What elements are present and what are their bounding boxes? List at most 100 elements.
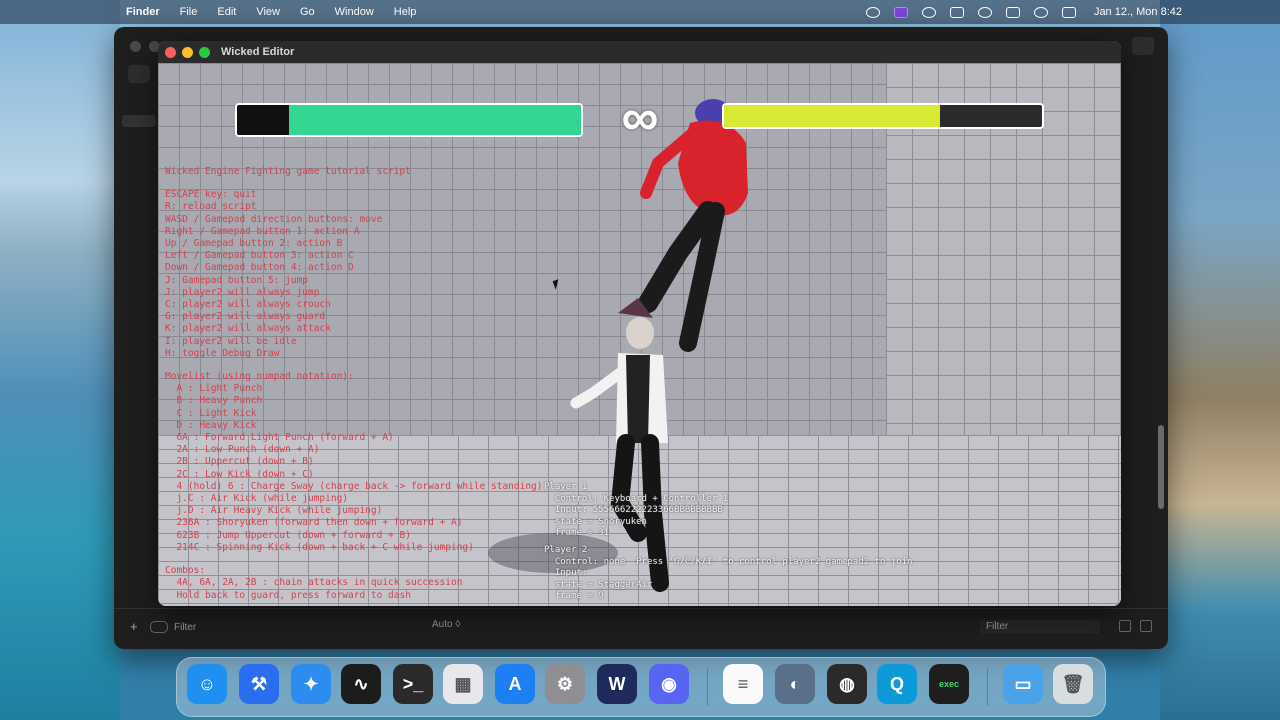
fighter1-head bbox=[626, 317, 654, 349]
debug-line: Hold back to guard, press forward to das… bbox=[165, 589, 411, 601]
filter-toggle-icon[interactable] bbox=[150, 621, 168, 633]
sidebar-selected-row[interactable] bbox=[122, 115, 156, 127]
game-viewport[interactable]: ∞ Wicked Engine Fighting game tutorial s… bbox=[158, 63, 1121, 606]
menu-bar: Finder File Edit View Go Window Help Jan… bbox=[0, 0, 1280, 24]
player2-state-line: Player 2 bbox=[544, 545, 588, 555]
menu-edit[interactable]: Edit bbox=[217, 6, 236, 18]
player2-state-line: frame = 9 bbox=[544, 591, 604, 601]
debug-line: Right / Gamepad button 1: action A bbox=[165, 225, 360, 237]
simulator-dock-icon[interactable]: ◐ bbox=[775, 664, 815, 704]
player1-state-line: Input: 555666222223366BBBBBBBBB bbox=[544, 505, 723, 515]
wifi-icon[interactable] bbox=[977, 6, 992, 18]
add-icon[interactable]: + bbox=[130, 619, 138, 634]
bg-close-icon[interactable] bbox=[130, 41, 141, 52]
close-icon[interactable] bbox=[165, 47, 176, 58]
debug-line: 236A : Shoryuken (forward then down + fo… bbox=[165, 517, 463, 529]
activity-monitor-dock-icon[interactable]: ∿ bbox=[341, 664, 381, 704]
menu-help[interactable]: Help bbox=[394, 6, 417, 18]
app-store-dock-icon[interactable]: A bbox=[495, 664, 535, 704]
display-icon[interactable] bbox=[949, 6, 964, 18]
scrollbar-thumb[interactable] bbox=[1158, 425, 1164, 509]
battery-icon[interactable] bbox=[1005, 6, 1020, 18]
window-title: Wicked Editor bbox=[221, 46, 295, 58]
textedit-dock-icon[interactable]: ≡ bbox=[723, 664, 763, 704]
debug-line: Up / Gamepad button 2: action B bbox=[165, 238, 343, 250]
debug-line: Movelist (using numpad notation): bbox=[165, 371, 354, 383]
menu-go[interactable]: Go bbox=[300, 6, 315, 18]
debug-bottom-bar: + Filter Auto ◊ Filter bbox=[114, 608, 1168, 649]
debug-line: C: player2 will always crouch bbox=[165, 299, 331, 311]
terminal-dock-icon[interactable]: >_ bbox=[393, 664, 433, 704]
inspector-toggle-icon[interactable] bbox=[1132, 37, 1154, 55]
xcode-dock-icon[interactable]: ⚒ bbox=[239, 664, 279, 704]
status-sync-icon[interactable] bbox=[865, 6, 880, 18]
safari-dock-icon[interactable]: ✦ bbox=[291, 664, 331, 704]
dock: ☺ ⚒ ✦ ∿ >_ ▦ A ⚙ W ◉ ≡ ◐ ◍ Qexec ▭ 🗑 bbox=[176, 657, 1106, 717]
player2-state-line: Control: none Press 'G/C/K/I' to control… bbox=[544, 556, 913, 567]
debug-line: j.D : Air Heavy Kick (while jumping) bbox=[165, 505, 383, 517]
apple-menu-icon[interactable] bbox=[102, 5, 116, 19]
bottom-filter-placeholder[interactable]: Filter bbox=[174, 622, 196, 633]
dock-separator bbox=[987, 668, 988, 706]
auto-variable-selector[interactable]: Auto ◊ bbox=[432, 619, 460, 630]
finder-dock-icon[interactable]: ☺ bbox=[187, 664, 227, 704]
round-timer: ∞ bbox=[621, 89, 659, 147]
player1-state-line: Control: Keyboard + Controller 1 bbox=[544, 493, 729, 504]
debug-line: G: player2 will always guard bbox=[165, 311, 326, 323]
player1-state-text: Player 1 Control: Keyboard + Controller … bbox=[544, 482, 728, 540]
trash-dock-icon[interactable]: 🗑 bbox=[1053, 664, 1093, 704]
player1-state-line: frame = 31 bbox=[544, 528, 610, 538]
folder-dock-icon[interactable]: ▭ bbox=[1003, 664, 1043, 704]
launchpad-dock-icon[interactable]: ▦ bbox=[443, 664, 483, 704]
debug-line: 4A, 6A, 2A, 2B : chain attacks in quick … bbox=[165, 577, 463, 589]
desktop-wallpaper-right bbox=[1160, 0, 1280, 720]
control-center-icon[interactable] bbox=[1061, 6, 1076, 18]
fighter1-shirt bbox=[626, 355, 650, 443]
wicked-dock-icon[interactable]: W bbox=[597, 664, 637, 704]
player2-state-text: Player 2 Control: none Press 'G/C/K/I' t… bbox=[544, 545, 912, 603]
debug-line: 2C : Low Kick (down + C) bbox=[165, 468, 314, 480]
debug-line: j.C : Air Kick (while jumping) bbox=[165, 493, 349, 505]
menu-file[interactable]: File bbox=[180, 6, 198, 18]
spotlight-search-icon[interactable] bbox=[1033, 6, 1048, 18]
menu-clock[interactable]: Jan 12., Mon 8:42 bbox=[1094, 6, 1182, 18]
right-filter-input[interactable]: Filter bbox=[980, 620, 1100, 634]
quicktime-dock-icon[interactable]: Q bbox=[877, 664, 917, 704]
menu-window[interactable]: Window bbox=[335, 6, 374, 18]
menu-view[interactable]: View bbox=[256, 6, 280, 18]
debug-line: Left / Gamepad button 3: action C bbox=[165, 250, 354, 262]
debug-line: K: player2 will always attack bbox=[165, 323, 331, 335]
debug-line bbox=[165, 554, 543, 565]
bottom-filter[interactable]: Filter bbox=[150, 618, 380, 636]
debug-line: J: Gamepad button 5: jump bbox=[165, 274, 308, 286]
player1-state-line: Player 1 bbox=[544, 482, 588, 492]
debug-line: 2A : Low Punch (down + A) bbox=[165, 444, 320, 456]
wicked-editor-window: Wicked Editor ∞ Wicked Engine Fighting g… bbox=[158, 41, 1121, 606]
player2-health-fill bbox=[724, 105, 941, 127]
debug-help-text: Wicked Engine Fighting game tutorial scr… bbox=[165, 166, 543, 602]
player1-health-bar bbox=[235, 103, 583, 137]
play-icon[interactable] bbox=[921, 6, 936, 18]
player2-health-bar bbox=[722, 103, 1044, 129]
system-settings-dock-icon[interactable]: ⚙ bbox=[545, 664, 585, 704]
player2-state-line: Input: bbox=[544, 568, 588, 578]
debug-line: 2B : Uppercut (down + B) bbox=[165, 456, 314, 468]
split-right-icon[interactable] bbox=[1140, 620, 1152, 632]
player1-state-line: state = Shoryuken bbox=[544, 516, 647, 527]
sidebar-toggle-icon[interactable] bbox=[128, 65, 150, 83]
debug-line: ESCAPE key: quit bbox=[165, 189, 257, 201]
zoom-icon[interactable] bbox=[199, 47, 210, 58]
fighter1-arm bbox=[570, 367, 626, 409]
obs-dock-icon[interactable]: ◍ bbox=[827, 664, 867, 704]
minimize-icon[interactable] bbox=[182, 47, 193, 58]
debug-line: Wicked Engine Fighting game tutorial scr… bbox=[165, 166, 411, 177]
menu-app-name[interactable]: Finder bbox=[126, 6, 160, 18]
discord-dock-icon[interactable]: ◉ bbox=[649, 664, 689, 704]
exec-dock-icon[interactable]: exec bbox=[929, 664, 969, 704]
game-window-titlebar[interactable]: Wicked Editor bbox=[158, 41, 1121, 63]
split-left-icon[interactable] bbox=[1119, 620, 1131, 632]
debug-line: WASD / Gamepad direction buttons: move bbox=[165, 213, 383, 225]
debug-line: 6A : Forward Light Punch (forward + A) bbox=[165, 432, 394, 444]
screen-record-icon[interactable] bbox=[893, 6, 908, 18]
debug-line: Combos: bbox=[165, 565, 206, 577]
